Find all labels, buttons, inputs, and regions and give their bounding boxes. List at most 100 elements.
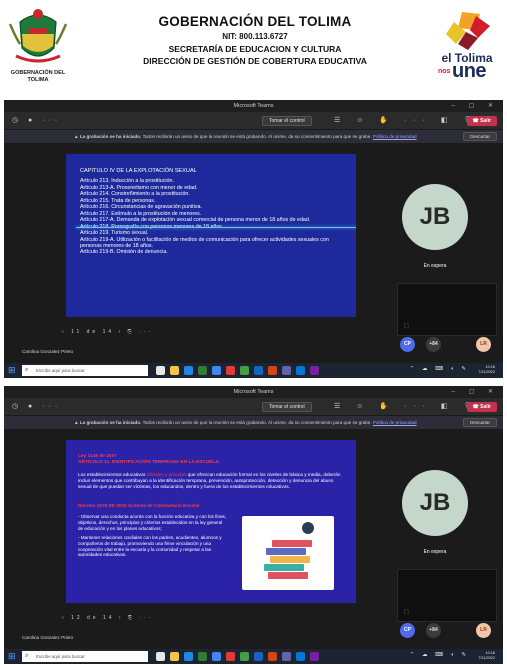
slide-bullet: - Observar una conducta acorde con la fu… (78, 514, 227, 531)
books-illustration (242, 516, 334, 590)
dismiss-button[interactable]: Descartar (463, 132, 497, 141)
more-participants-badge[interactable]: +84 (426, 623, 441, 638)
waiting-label: En espera (423, 263, 447, 269)
app-icon[interactable] (240, 366, 249, 375)
privacy-link[interactable]: Política de privacidad (373, 134, 417, 139)
system-tray-icons[interactable]: ⌃ ☁ ⌨ ◖ ✎ (410, 652, 469, 658)
self-video-tile[interactable]: ⬚ (397, 569, 497, 622)
slide-bullet: - Mantener relaciones cordiales con los … (78, 534, 222, 558)
self-video-tile[interactable]: ⬚ (397, 283, 497, 336)
app-icon[interactable] (240, 652, 249, 661)
participant-avatar[interactable]: CP (400, 337, 415, 352)
meeting-timer-icons[interactable]: ◷ ● ··· (12, 402, 61, 410)
participant-tile-main[interactable]: JB En espera (388, 470, 482, 564)
book-shape (268, 572, 308, 579)
chrome-icon[interactable] (212, 366, 221, 375)
participant-avatar[interactable]: LR (476, 623, 491, 638)
next-slide-icon[interactable]: › (119, 329, 124, 335)
slide-line-highlighted: Artículo 218. Pornografía con personas m… (76, 224, 356, 230)
app-icon[interactable] (226, 366, 235, 375)
meeting-stage: Ley 1146 de 2007 ARTICULO 11. IDENTIFICA… (4, 429, 503, 649)
start-icon[interactable]: ⊞ (8, 651, 16, 662)
book-shape (266, 548, 306, 555)
word-icon[interactable] (254, 366, 263, 375)
taskbar-clock[interactable]: 10:16 7/11/2022 (478, 651, 495, 661)
window-title: Microsoft Teams (233, 389, 274, 395)
teams-icon[interactable] (282, 366, 291, 375)
taskbar-search-placeholder: Escribe aquí para buscar (36, 654, 85, 659)
window-titlebar: Microsoft Teams – ▢ ✕ (4, 100, 503, 112)
slide-bullets: - Observar una conducta acorde con la fu… (78, 514, 228, 561)
file-explorer-icon[interactable] (170, 366, 179, 375)
notice-prefix: La grabación se ha iniciado. (79, 134, 142, 139)
word-icon[interactable] (254, 652, 263, 661)
app-icon[interactable] (310, 652, 319, 661)
privacy-link[interactable]: Política de privacidad (373, 420, 417, 425)
powerpoint-icon[interactable] (268, 366, 277, 375)
edge-icon[interactable] (184, 366, 193, 375)
slide-options-icon[interactable]: ⎘ ··· (128, 329, 153, 335)
slide-line: Artículo 219-A. Utilización o facilitaci… (80, 236, 329, 249)
shared-slide: Ley 1146 de 2007 ARTICULO 11. IDENTIFICA… (66, 440, 356, 603)
slide-navigation[interactable]: ‹ 12 de 14 › ⎘ ··· (62, 615, 153, 621)
slide-line: Artículo 219-B. Omisión de denuncia. (80, 249, 168, 256)
edge-icon[interactable] (184, 652, 193, 661)
slide-title-line2: ARTICULO 11. IDENTIFICACIÓN TEMPRANA EN … (78, 460, 221, 465)
shared-slide: CAPITULO IV DE LA EXPLOTACIÓN SEXUAL Art… (66, 154, 356, 317)
teams-icon[interactable] (282, 652, 291, 661)
participant-tile-main[interactable]: JB En espera (388, 184, 482, 278)
prev-slide-icon[interactable]: ‹ (62, 329, 67, 335)
clock-date: 7/11/2022 (478, 656, 495, 660)
app-icon[interactable] (226, 652, 235, 661)
mic-icon: ⬚ (404, 323, 409, 329)
prev-slide-icon[interactable]: ‹ (62, 615, 67, 621)
window-controls[interactable]: – ▢ ✕ (452, 386, 499, 398)
leave-button[interactable]: ☎ Salir (466, 116, 497, 126)
participant-avatar[interactable]: CP (400, 623, 415, 638)
search-icon: ⌕ (25, 653, 29, 659)
system-tray-icons[interactable]: ⌃ ☁ ⌨ ◖ ✎ (410, 366, 469, 372)
taskbar-search-placeholder: Escribe aquí para buscar (36, 368, 85, 373)
slide-subheading: Decreto 1075 DE 2015 Sistema de Conviven… (78, 503, 200, 508)
outlook-icon[interactable] (296, 652, 305, 661)
dismiss-button[interactable]: Descartar (463, 418, 497, 427)
task-view-icon[interactable] (156, 652, 165, 661)
presenter-name: Carolina Gonzalez Prieto (22, 635, 74, 640)
window-controls[interactable]: – ▢ ✕ (452, 100, 499, 112)
file-explorer-icon[interactable] (170, 652, 179, 661)
letterhead-nit: NIT: 800.113.6727 (222, 32, 288, 41)
notice-prefix: La grabación se ha iniciado. (79, 420, 142, 425)
app-icon[interactable] (310, 366, 319, 375)
taskbar-search-input[interactable]: ⌕ Escribe aquí para buscar (22, 365, 148, 376)
meeting-toolbar: ◷ ● ··· Tomar el control ☰ ☺ ✋ ··· ◧ 🎙 ▣… (4, 398, 503, 416)
taskbar-clock[interactable]: 10:16 7/11/2022 (478, 365, 495, 375)
chrome-icon[interactable] (212, 652, 221, 661)
taskbar-search-input[interactable]: ⌕ Escribe aquí para buscar (22, 651, 148, 662)
next-slide-icon[interactable]: › (119, 615, 124, 621)
participant-avatars: CP +84 LR (396, 337, 500, 357)
teams-window-2: Microsoft Teams – ▢ ✕ ◷ ● ··· Tomar el c… (4, 386, 503, 664)
excel-icon[interactable] (198, 652, 207, 661)
slide-navigation[interactable]: ‹ 11 de 14 › ⎘ ··· (62, 329, 153, 335)
meeting-timer-icons[interactable]: ◷ ● ··· (12, 116, 61, 124)
figure-head (302, 522, 314, 534)
avatar: JB (402, 470, 468, 536)
more-participants-badge[interactable]: +84 (426, 337, 441, 352)
letterhead-secretaria: SECRETARÍA DE EDUCACION Y CULTURA (168, 44, 342, 54)
outlook-icon[interactable] (296, 366, 305, 375)
slide-counter: 12 de 14 (71, 615, 115, 621)
participant-avatar[interactable]: LR (476, 337, 491, 352)
take-control-button[interactable]: Tomar el control (262, 402, 312, 412)
powerpoint-icon[interactable] (268, 652, 277, 661)
intro-part-a: Los establecimientos educativos (78, 472, 146, 477)
excel-icon[interactable] (198, 366, 207, 375)
slide-options-icon[interactable]: ⎘ ··· (128, 615, 153, 621)
start-icon[interactable]: ⊞ (8, 365, 16, 376)
leave-label: Salir (480, 118, 491, 124)
letterhead-title: GOBERNACIÓN DEL TOLIMA (158, 14, 352, 29)
take-control-button[interactable]: Tomar el control (262, 116, 312, 126)
taskbar-apps (154, 364, 374, 377)
task-view-icon[interactable] (156, 366, 165, 375)
search-icon: ⌕ (25, 367, 29, 373)
leave-button[interactable]: ☎ Salir (466, 402, 497, 412)
